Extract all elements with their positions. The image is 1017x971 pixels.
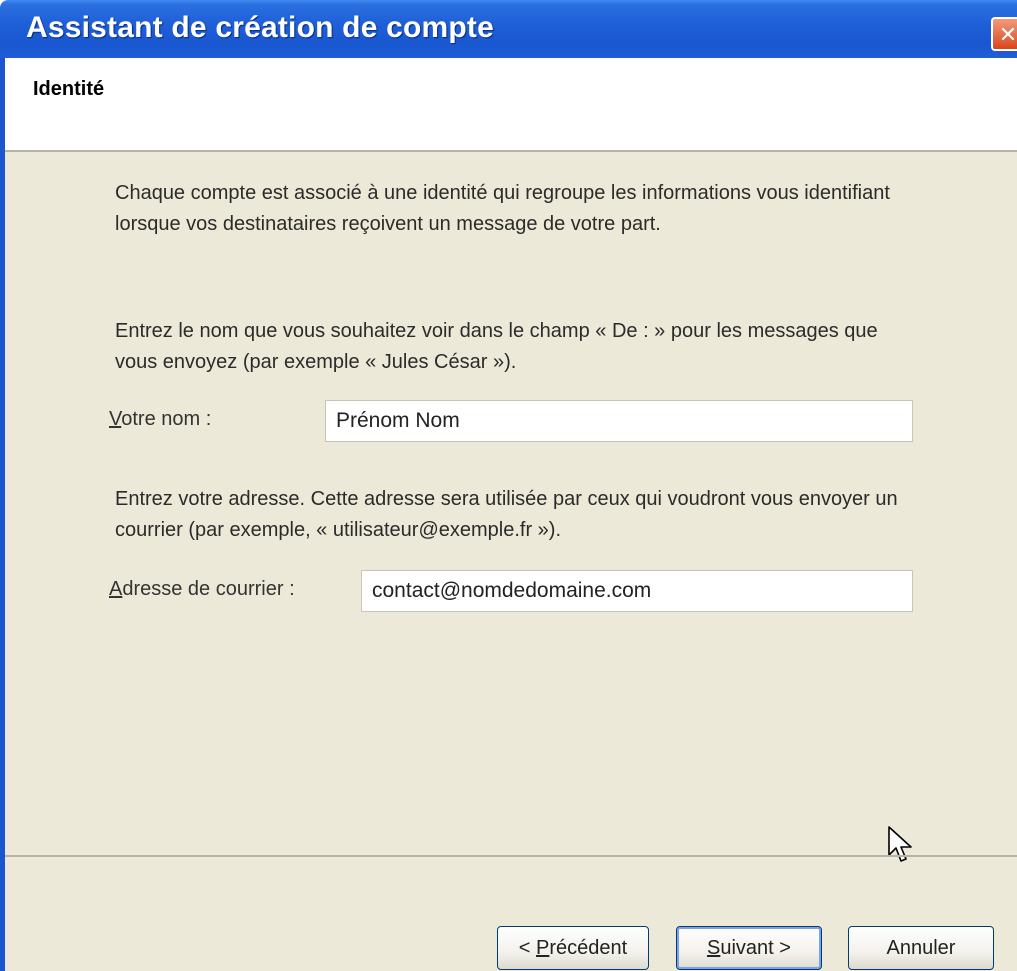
email-input[interactable]: contact@nomdedomaine.com — [361, 570, 913, 612]
window-title: Assistant de création de compte — [26, 11, 494, 44]
name-label-accelerator: V — [109, 408, 122, 430]
name-input[interactable]: Prénom Nom — [325, 400, 913, 442]
previous-button-prefix: < — [518, 937, 537, 959]
cancel-button[interactable]: Annuler — [848, 926, 994, 970]
page-title: Identité — [33, 78, 105, 100]
name-instructions: Entrez le nom que vous souhaitez voir da… — [115, 320, 878, 373]
wizard-content: Chaque compte est associé à une identité… — [5, 152, 1017, 971]
previous-button-label: récédent — [549, 937, 628, 959]
mouse-cursor-icon — [888, 826, 912, 862]
close-icon[interactable]: ✕ — [991, 17, 1017, 51]
wizard-window: Assistant de création de compte ✕ Identi… — [0, 0, 1017, 971]
next-button-accelerator: S — [707, 937, 721, 959]
previous-button-accelerator: P — [536, 937, 550, 959]
title-bar[interactable]: Assistant de création de compte ✕ — [0, 0, 1017, 58]
name-label-text: otre nom : — [121, 408, 212, 430]
footer-separator — [5, 855, 1017, 857]
intro-text: Chaque compte est associé à une identité… — [115, 182, 890, 235]
next-button[interactable]: Suivant > — [676, 926, 822, 970]
email-label: Adresse de courrier : — [109, 578, 295, 601]
email-instructions: Entrez votre adresse. Cette adresse sera… — [115, 488, 898, 541]
previous-button[interactable]: < Précédent — [497, 926, 649, 970]
next-button-label: uivant > — [720, 937, 791, 959]
email-label-accelerator: A — [109, 578, 123, 600]
name-label: Votre nom : — [109, 408, 211, 431]
email-label-text: dresse de courrier : — [122, 578, 295, 600]
wizard-header: Identité — [5, 58, 1017, 152]
